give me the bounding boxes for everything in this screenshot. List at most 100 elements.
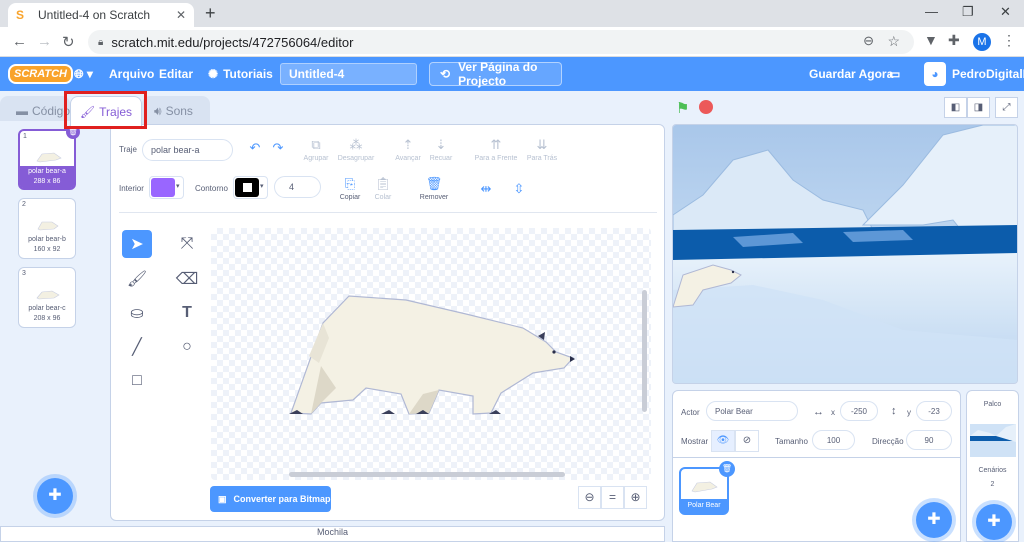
see-project-page-button[interactable]: ⟲ Ver Página do Projecto xyxy=(429,60,562,88)
line-icon: ╱ xyxy=(132,339,142,356)
copy-button[interactable]: ⎘ Copiar xyxy=(337,176,363,201)
bookmark-star-icon[interactable]: ☆ xyxy=(887,33,900,50)
direction-label: Direcção xyxy=(872,437,904,446)
highlight-box xyxy=(64,91,147,129)
green-flag-icon[interactable]: ⚑ xyxy=(676,99,689,117)
delete-sprite-icon[interactable]: 🗑︎ xyxy=(719,461,735,477)
scratch-logo[interactable]: SCRATCH xyxy=(8,64,73,84)
choose-costume-button[interactable]: ✚ xyxy=(37,478,73,514)
costume-item[interactable]: 1 polar bear-a 288 x 86 🗑︎ xyxy=(18,125,80,190)
back-button[interactable]: ⇊ Para Trás xyxy=(523,137,561,162)
pointer-icon: ➤ xyxy=(130,236,144,253)
browser-menu-icon[interactable]: ⋮ xyxy=(1002,32,1016,49)
project-title-input[interactable]: Untitled-4 xyxy=(280,63,417,85)
extension-icon[interactable]: ▼ xyxy=(924,32,938,48)
text-tool[interactable]: T xyxy=(172,299,202,327)
vertical-scrollbar[interactable] xyxy=(642,290,647,412)
language-globe-icon[interactable]: 🌐︎ ▾ xyxy=(74,57,93,91)
choose-backdrop-button[interactable]: ✚ xyxy=(976,504,1012,540)
outline-color-picker[interactable]: ▾ xyxy=(233,176,268,199)
brush-tool[interactable]: 🖌︎ xyxy=(122,265,152,293)
url-field[interactable]: 🔒︎ scratch.mit.edu/projects/472756064/ed… xyxy=(88,30,914,54)
zoom-reset-icon[interactable]: = xyxy=(601,486,624,509)
sprite-info-panel: Actor Polar Bear ↔ x -250 ↕ y -23 Mostra… xyxy=(672,390,961,458)
show-visible-icon[interactable]: 👁︎ xyxy=(711,430,735,452)
edit-menu[interactable]: Editar xyxy=(159,57,193,91)
backward-button[interactable]: ⇣ Recuar xyxy=(425,137,457,162)
circle-tool[interactable]: ○ xyxy=(172,333,202,361)
ungroup-icon: ⁂ xyxy=(349,137,363,152)
paint-canvas[interactable] xyxy=(211,228,651,480)
costume-item[interactable]: 2 polar bear-b 160 x 92 xyxy=(18,198,76,259)
fill-color-picker[interactable]: ▾ xyxy=(149,176,184,199)
stop-icon[interactable] xyxy=(699,100,713,114)
front-button[interactable]: ⇈ Para a Frente xyxy=(472,137,520,162)
save-now-button[interactable]: Guardar Agora xyxy=(809,57,893,91)
sprite-name-input[interactable]: Polar Bear xyxy=(706,401,798,421)
fullscreen-icon[interactable]: ⤢ xyxy=(995,97,1018,118)
y-input[interactable]: -23 xyxy=(916,401,952,421)
tab-sounds[interactable]: 🔊︎ Sons xyxy=(142,96,210,126)
brush-icon: 🖌︎ xyxy=(126,271,148,288)
backpack-bar[interactable]: Mochila xyxy=(0,526,665,542)
new-tab-icon[interactable]: + xyxy=(205,3,216,24)
line-tool[interactable]: ╱ xyxy=(122,333,152,361)
forward-icon[interactable]: → xyxy=(37,33,52,50)
stage[interactable] xyxy=(672,124,1018,384)
circle-icon: ○ xyxy=(182,338,192,355)
bucket-icon: ⛀ xyxy=(130,305,144,322)
rectangle-tool[interactable]: □ xyxy=(122,367,152,395)
back-icon[interactable]: ← xyxy=(12,33,27,50)
account-menu[interactable]: PedroDigitalI ▾ xyxy=(952,57,1024,91)
profile-avatar[interactable]: M xyxy=(973,33,991,51)
file-menu[interactable]: Arquivo xyxy=(109,57,154,91)
fill-tool[interactable]: ⛀ xyxy=(122,299,152,327)
small-stage-icon[interactable]: ◧ xyxy=(944,97,967,118)
redo-icon[interactable]: ↷ xyxy=(268,140,288,158)
zoom-icon[interactable]: ⊖ xyxy=(863,33,874,49)
tutorials-menu[interactable]: ✺ Tutoriais xyxy=(208,57,273,91)
size-input[interactable]: 100 xyxy=(812,430,855,450)
paste-button[interactable]: 📋︎ Colar xyxy=(370,176,396,201)
reshape-tool[interactable]: ⤧ xyxy=(172,230,202,258)
user-avatar[interactable]: ◕ xyxy=(924,62,946,86)
costume-name: polar bear-c xyxy=(28,305,66,312)
x-input[interactable]: -250 xyxy=(840,401,878,421)
costume-item[interactable]: 3 polar bear-c 208 x 96 xyxy=(18,267,76,328)
ungroup-button[interactable]: ⁂ Desagrupar xyxy=(335,137,377,162)
my-stuff-folder-icon[interactable]: ▭ xyxy=(889,57,900,91)
undo-icon[interactable]: ↶ xyxy=(245,140,265,158)
close-tab-icon[interactable]: ✕ xyxy=(176,8,186,22)
stage-panel-title: Palco xyxy=(983,401,1002,408)
backdrops-count: 2 xyxy=(990,481,995,488)
restore-icon[interactable]: ❐ xyxy=(962,4,974,20)
outline-width-input[interactable]: 4 xyxy=(274,176,321,198)
speaker-icon: 🔊︎ xyxy=(154,103,162,118)
forward-button[interactable]: ⇡ Avançar xyxy=(391,137,425,162)
costume-number: 1 xyxy=(23,133,27,140)
minimize-icon[interactable]: — xyxy=(925,4,938,19)
zoom-in-icon[interactable]: ⊕ xyxy=(624,486,647,509)
eraser-tool[interactable]: ⌫ xyxy=(172,265,202,293)
flip-vertical-icon[interactable]: ⇳ xyxy=(509,181,529,199)
fill-color-swatch xyxy=(151,178,175,197)
flip-horizontal-icon[interactable]: ⇹ xyxy=(476,181,496,199)
select-tool[interactable]: ➤ xyxy=(122,230,152,258)
x-label: x xyxy=(831,408,835,417)
normal-stage-icon[interactable]: ◨ xyxy=(967,97,990,118)
costume-name-input[interactable]: polar bear-a xyxy=(142,139,233,161)
delete-button[interactable]: 🗑︎ Remover xyxy=(417,176,451,201)
browser-tab[interactable]: S Untitled-4 on Scratch ✕ xyxy=(8,3,194,27)
choose-sprite-button[interactable]: ✚ xyxy=(916,502,952,538)
group-button[interactable]: ⧉ Agrupar xyxy=(299,137,333,162)
direction-input[interactable]: 90 xyxy=(906,430,952,450)
zoom-out-icon[interactable]: ⊖ xyxy=(578,486,601,509)
extensions-puzzle-icon[interactable]: ✚ xyxy=(948,32,960,49)
horizontal-scrollbar[interactable] xyxy=(289,472,565,477)
reload-icon[interactable]: ↻ xyxy=(62,33,75,51)
sprite-tile[interactable]: 🗑︎ Polar Bear xyxy=(679,461,735,515)
hide-invisible-icon[interactable]: ⊘ xyxy=(735,430,759,452)
convert-to-bitmap-button[interactable]: ▣ Converter para Bitmap xyxy=(210,486,331,512)
convert-to-bitmap-label: Converter para Bitmap xyxy=(233,494,331,504)
close-window-icon[interactable]: ✕ xyxy=(1000,4,1011,20)
